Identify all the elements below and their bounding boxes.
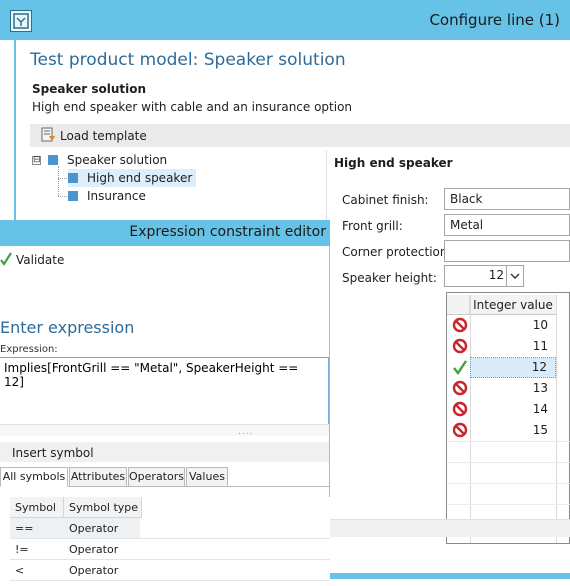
prohibited-icon [452, 380, 468, 396]
expression-editor-titlebar[interactable]: Expression constraint editor [0, 220, 330, 246]
integer-value-column-header: Integer value [470, 295, 556, 315]
checkmark-icon [0, 251, 12, 269]
component-icon [68, 173, 78, 183]
validate-label: Validate [16, 253, 65, 267]
dropdown-option-value: 11 [532, 339, 548, 353]
app-icon [10, 10, 32, 32]
dropdown-empty-row [447, 441, 570, 463]
tree-node-label: Insurance [87, 189, 146, 203]
prohibited-icon [452, 401, 468, 417]
cabinet-finish-label: Cabinet finish: [342, 193, 429, 207]
pane-splitter[interactable] [0, 424, 329, 436]
table-row-symbol-type[interactable]: Operator [64, 518, 142, 539]
expression-input[interactable] [0, 357, 329, 425]
dropdown-option-value: 13 [532, 381, 548, 395]
attributes-heading: High end speaker [334, 156, 453, 170]
model-description: High end speaker with cable and an insur… [32, 100, 353, 114]
prohibited-icon [452, 338, 468, 354]
dropdown-option-value: 15 [532, 423, 548, 437]
symbol-type-column-header: Symbol type [64, 497, 142, 518]
table-row-symbol[interactable]: < [10, 560, 64, 581]
chevron-down-icon [510, 269, 520, 283]
dropdown-icon-column-header [447, 295, 470, 315]
tab-all-symbols[interactable]: All symbols [0, 467, 68, 487]
tree-node-label: High end speaker [87, 171, 193, 185]
prohibited-icon [452, 317, 468, 333]
tree-node-label: Speaker solution [67, 153, 168, 167]
load-template-button[interactable]: Load template [40, 127, 147, 145]
dropdown-option-15[interactable]: 15 [447, 420, 570, 441]
symbol-column-header: Symbol [10, 497, 64, 518]
tree-node-speaker-solution[interactable]: Speaker solution [48, 151, 167, 169]
tab-attributes[interactable]: Attributes [69, 467, 127, 487]
enter-expression-heading: Enter expression [0, 318, 135, 337]
component-icon [48, 155, 58, 165]
tab-values[interactable]: Values [186, 467, 228, 487]
component-icon [68, 191, 78, 201]
corner-protection-field[interactable] [444, 240, 570, 262]
dropdown-option-12[interactable]: 12 [447, 357, 570, 378]
dropdown-option-10[interactable]: 10 [447, 315, 570, 336]
configure-line-titlebar[interactable]: Configure line (1) [0, 0, 570, 40]
speaker-height-value: 12 [488, 268, 504, 282]
dropdown-option-value: 10 [532, 318, 548, 332]
dropdown-empty-row [447, 483, 570, 505]
validate-button[interactable]: Validate [0, 251, 65, 269]
tab-operators[interactable]: Operators [128, 467, 185, 487]
tree-connector [58, 178, 67, 179]
table-row-symbol-type[interactable]: Operator [64, 539, 142, 560]
model-name: Speaker solution [32, 82, 147, 96]
tree-connector [58, 166, 59, 196]
dropdown-option-13[interactable]: 13 [447, 378, 570, 399]
front-grill-label: Front grill: [342, 219, 403, 233]
expression-label: Expression: [0, 344, 58, 355]
speaker-height-label: Speaker height: [342, 271, 437, 285]
front-grill-field[interactable]: Metal [444, 214, 570, 236]
page-title: Test product model: Speaker solution [30, 50, 346, 70]
prohibited-icon [452, 422, 468, 438]
table-row-symbol-type[interactable]: Operator [64, 560, 142, 581]
load-template-label: Load template [60, 129, 147, 143]
tree-connector [58, 196, 67, 197]
dropdown-empty-row [447, 462, 570, 484]
window-title: Configure line (1) [429, 11, 560, 29]
status-bar [326, 519, 570, 537]
table-row-symbol[interactable]: != [10, 539, 64, 560]
tree-collapse-toggle[interactable]: ⊟ [32, 156, 41, 165]
tree-node-high-end-speaker[interactable]: High end speaker [68, 169, 197, 187]
tree-node-insurance[interactable]: Insurance [68, 187, 146, 205]
corner-protection-label: Corner protection: [342, 245, 452, 259]
dropdown-option-value: 12 [470, 357, 556, 378]
load-template-icon [40, 127, 56, 146]
table-row-symbol[interactable]: == [10, 518, 64, 539]
dropdown-option-value: 14 [532, 402, 548, 416]
checkmark-icon [452, 359, 468, 376]
expression-editor-title: Expression constraint editor [129, 224, 326, 240]
splitter-grip[interactable]: .... [238, 427, 253, 437]
dropdown-option-11[interactable]: 11 [447, 336, 570, 357]
cabinet-finish-field[interactable]: Black [444, 188, 570, 210]
insert-symbol-label: Insert symbol [12, 446, 94, 460]
speaker-height-dropdown-button[interactable] [506, 266, 523, 286]
window-frame [14, 40, 16, 226]
dropdown-option-14[interactable]: 14 [447, 399, 570, 420]
window-frame-bottom [330, 573, 570, 579]
